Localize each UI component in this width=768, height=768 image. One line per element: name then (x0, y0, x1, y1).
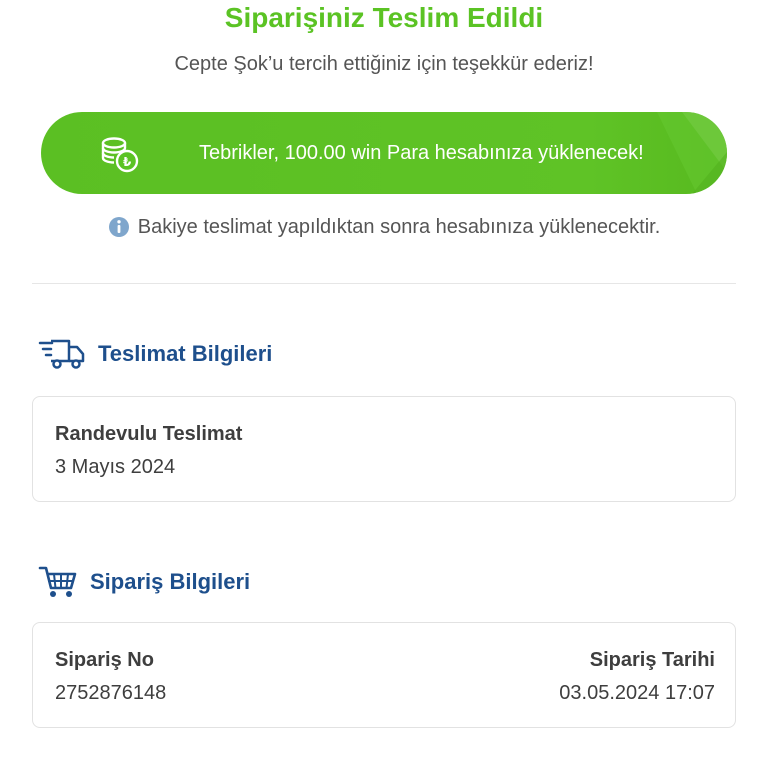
delivery-info-card: Randevulu Teslimat 3 Mayıs 2024 (32, 396, 736, 502)
delivery-type-label: Randevulu Teslimat (55, 423, 243, 445)
order-info-card: Sipariş No 2752876148 Sipariş Tarihi 03.… (32, 622, 736, 728)
order-date-label: Sipariş Tarihi (589, 649, 715, 671)
order-delivered-page: Siparişiniz Teslim Edildi Cepte Şok’u te… (0, 0, 768, 768)
delivery-truck-icon (38, 339, 85, 369)
divider (32, 283, 736, 284)
delivery-section-header: Teslimat Bilgileri (38, 338, 272, 370)
info-icon (108, 217, 129, 237)
order-date-value: 03.05.2024 17:07 (559, 682, 715, 704)
page-subtitle: Cepte Şok’u tercih ettiğiniz için teşekk… (174, 53, 594, 75)
order-no-value: 2752876148 (55, 682, 167, 704)
page-title: Siparişiniz Teslim Edildi (224, 2, 544, 33)
reward-banner-text: Tebrikler, 100.00 win Para hesabınıza yü… (199, 142, 644, 164)
order-section-header: Sipariş Bilgileri (38, 564, 250, 600)
reward-banner[interactable]: ₺ Tebrikler, 100.00 win Para hesabınıza … (41, 112, 727, 194)
balance-info-text: Bakiye teslimat yapıldıktan sonra hesabı… (137, 216, 661, 238)
banner-decoration (657, 112, 727, 194)
balance-info: Bakiye teslimat yapıldıktan sonra hesabı… (0, 213, 768, 241)
order-section-title: Sipariş Bilgileri (90, 569, 251, 594)
coins-icon: ₺ (101, 137, 139, 173)
order-no-label: Sipariş No (55, 649, 154, 671)
delivery-section-title: Teslimat Bilgileri (98, 341, 273, 366)
delivery-date: 3 Mayıs 2024 (55, 456, 176, 478)
svg-text:₺: ₺ (123, 155, 132, 169)
shopping-cart-icon (38, 566, 77, 597)
